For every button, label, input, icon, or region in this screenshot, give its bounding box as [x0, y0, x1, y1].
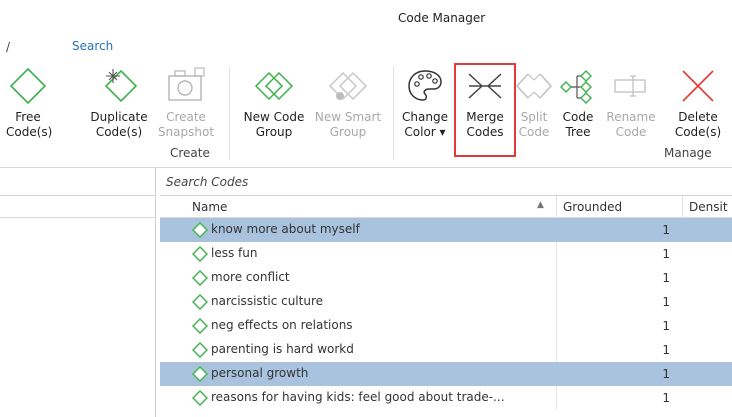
code-tree-label-2: Tree: [565, 125, 591, 139]
duplicate-codes-label-2: Code(s): [95, 125, 143, 139]
new-code-group-label-2: Group: [255, 125, 293, 139]
code-tree-button[interactable]: Code Tree: [558, 58, 598, 162]
delete-x-icon: [682, 70, 714, 102]
duplicate-codes-label-1: Duplicate: [90, 110, 148, 124]
new-smart-group-label-1: New Smart: [314, 110, 382, 124]
code-diamond-icon: [192, 294, 208, 310]
code-name: personal growth: [211, 366, 309, 380]
tab-search[interactable]: Search: [72, 39, 113, 53]
new-smart-group-button[interactable]: New Smart Group: [314, 58, 382, 162]
grounded-count: 1: [556, 266, 680, 290]
code-diamond-icon: [192, 246, 208, 262]
new-code-group-label-1: New Code: [243, 110, 305, 124]
split-code-button[interactable]: Split Code: [515, 58, 553, 162]
free-codes-button[interactable]: Free Code(s): [6, 58, 53, 162]
code-name: more conflict: [211, 270, 290, 284]
code-name: know more about myself: [211, 222, 360, 236]
grounded-count: 1: [556, 338, 680, 362]
left-panel-subheader: [0, 196, 155, 218]
merge-codes-highlight: [454, 63, 516, 157]
duplicate-code-icon: [104, 69, 138, 103]
sort-ascending-icon: ▲: [537, 200, 544, 210]
grounded-count: 1: [556, 242, 680, 266]
code-name: reasons for having kids: feel good about…: [211, 390, 505, 404]
table-row[interactable]: more conflict 1: [160, 266, 732, 290]
tab-previous[interactable]: /: [6, 40, 10, 54]
split-icon: [515, 73, 553, 99]
ribbon-separator: [393, 66, 394, 160]
grounded-count: 1: [556, 218, 680, 242]
code-diamond-icon: [9, 67, 47, 105]
column-header-density[interactable]: Densit: [682, 196, 728, 218]
column-header-grounded[interactable]: Grounded: [556, 196, 622, 218]
grounded-count: 1: [556, 362, 680, 386]
split-code-label-1: Split: [520, 110, 548, 124]
new-code-group-button[interactable]: New Code Group: [236, 58, 312, 162]
code-diamond-icon: [192, 270, 208, 286]
code-diamond-icon: [192, 222, 208, 238]
code-diamond-icon: [192, 366, 208, 382]
group-label-create: Create: [170, 146, 210, 160]
table-row[interactable]: know more about myself 1: [160, 218, 732, 242]
code-name: neg effects on relations: [211, 318, 353, 332]
code-tree-label-1: Code: [562, 110, 594, 124]
column-header-name[interactable]: Name: [192, 200, 227, 214]
new-smart-group-label-2: Group: [329, 125, 367, 139]
tree-icon: [560, 70, 592, 104]
change-color-label-1: Change: [402, 110, 448, 124]
code-name: less fun: [211, 246, 258, 260]
change-color-label-2: Color ▾: [404, 125, 446, 139]
grounded-count: 1: [556, 314, 680, 338]
ribbon: Free Code(s) Duplicate Code(s) Create Snaps…: [0, 58, 732, 168]
grounded-count: 1: [556, 290, 680, 314]
change-color-button[interactable]: Change Color ▾: [398, 58, 452, 162]
table-row[interactable]: parenting is hard workd 1: [160, 338, 732, 362]
smart-group-icon: [328, 71, 368, 101]
code-diamond-icon: [192, 342, 208, 358]
rename-code-label-1: Rename: [606, 110, 656, 124]
code-diamond-icon: [192, 318, 208, 334]
create-snapshot-label-1: Create: [166, 110, 206, 124]
table-row[interactable]: neg effects on relations 1: [160, 314, 732, 338]
split-code-label-2: Code: [518, 125, 550, 139]
table-row[interactable]: less fun 1: [160, 242, 732, 266]
search-codes-input[interactable]: Search Codes: [160, 168, 732, 196]
codes-list: know more about myself 1 less fun 1 more con…: [160, 218, 732, 410]
table-row[interactable]: narcissistic culture 1: [160, 290, 732, 314]
rename-code-button[interactable]: Rename Code: [604, 58, 658, 162]
free-codes-label-2: Code(s): [6, 125, 53, 139]
ribbon-separator: [229, 66, 230, 160]
rename-code-label-2: Code: [615, 125, 647, 139]
code-name: parenting is hard workd: [211, 342, 354, 356]
free-codes-label-1: Free: [15, 110, 41, 124]
table-row[interactable]: reasons for having kids: feel good about…: [160, 386, 732, 410]
title-bar: Code Manager: [0, 0, 732, 36]
rename-icon: [614, 75, 646, 97]
duplicate-codes-button[interactable]: Duplicate Code(s): [84, 58, 154, 162]
code-group-icon: [254, 71, 294, 101]
delete-codes-label-2: Code(s): [674, 125, 722, 139]
code-diamond-icon: [192, 390, 208, 406]
ribbon-tabs: / Search: [0, 36, 732, 58]
left-panel-header: [0, 168, 155, 196]
camera-icon: [168, 67, 205, 101]
delete-codes-label-1: Delete: [678, 110, 718, 124]
create-snapshot-label-2: Snapshot: [157, 125, 215, 139]
window-title: Code Manager: [398, 11, 486, 25]
codes-panel: Search Codes Name ▲ Grounded Densit know…: [160, 168, 732, 417]
table-header: Name ▲ Grounded Densit: [160, 196, 732, 218]
code-name: narcissistic culture: [211, 294, 324, 308]
group-label-manage: Manage: [664, 146, 712, 160]
palette-icon: [408, 70, 442, 101]
grounded-count: 1: [556, 386, 680, 410]
left-panel: [0, 168, 156, 417]
table-row[interactable]: personal growth 1: [160, 362, 732, 386]
